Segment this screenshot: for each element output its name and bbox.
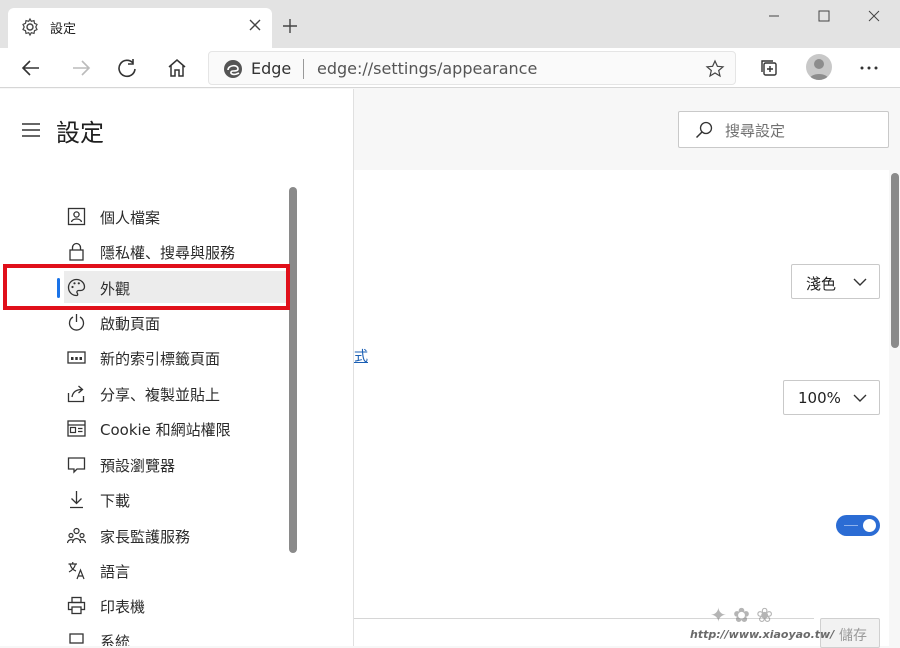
sidebar-item-family[interactable]: 家長監護服務 <box>64 519 288 551</box>
setting-toggle[interactable] <box>836 515 880 536</box>
sidebar-item-startup[interactable]: 啟動頁面 <box>64 306 288 338</box>
selection-highlight-annotation <box>3 264 290 310</box>
zoom-dropdown[interactable]: 100% <box>783 380 880 415</box>
main-scrollbar[interactable] <box>891 173 899 348</box>
sidebar-item-label: 隱私權、搜尋與服務 <box>100 244 236 262</box>
sidebar-item-label: 下載 <box>100 492 131 510</box>
new-tab-icon[interactable] <box>280 16 300 36</box>
sidebar-item-privacy[interactable]: 隱私權、搜尋與服務 <box>64 235 288 267</box>
search-settings-box[interactable]: 搜尋設定 <box>678 111 889 148</box>
person-icon <box>809 59 829 80</box>
sidebar-item-default-browser[interactable]: 預設瀏覽器 <box>64 448 288 480</box>
maximize-icon[interactable] <box>816 8 832 24</box>
forward-icon[interactable] <box>70 57 92 79</box>
sidebar-item-downloads[interactable]: 下載 <box>64 483 288 515</box>
edge-logo-icon <box>224 60 242 78</box>
sidebar-item-label: 系統 <box>100 633 131 646</box>
sidebar-item-cookies[interactable]: Cookie 和網站權限 <box>64 412 288 444</box>
sidebar-item-system[interactable]: 系統 <box>64 624 288 646</box>
more-options-icon[interactable] <box>858 57 880 79</box>
search-input[interactable]: 搜尋設定 <box>725 120 785 141</box>
toolbar: Edge edge://settings/appearance <box>0 48 900 88</box>
gear-icon <box>22 17 38 37</box>
chevron-down-icon <box>853 278 867 286</box>
zoom-dropdown-value: 100% <box>798 389 841 407</box>
watermark: ✦ ✿ ❀ http://www.xiaoyao.tw/ <box>690 600 834 646</box>
default-browser-icon <box>67 457 86 474</box>
sidebar-item-profiles[interactable]: 個人檔案 <box>64 200 288 232</box>
theme-dropdown-value: 淺色 <box>806 275 837 293</box>
sidebar-item-label: 啟動頁面 <box>100 315 161 333</box>
address-separator <box>303 59 304 79</box>
newtab-page-icon <box>67 351 86 364</box>
download-icon <box>70 491 83 509</box>
back-icon[interactable] <box>20 57 42 79</box>
toggle-knob <box>863 519 876 532</box>
profile-icon <box>67 207 86 226</box>
collections-icon[interactable] <box>758 57 780 79</box>
url-text[interactable]: edge://settings/appearance <box>317 59 537 78</box>
hamburger-menu-icon[interactable] <box>22 123 40 137</box>
sidebar-item-label: 家長監護服務 <box>100 528 191 546</box>
minimize-icon[interactable] <box>766 8 782 24</box>
system-icon <box>69 633 84 644</box>
tab-strip: 設定 <box>0 0 900 48</box>
sidebar-item-languages[interactable]: 語言 <box>64 554 288 586</box>
close-icon[interactable] <box>248 18 262 32</box>
chevron-down-icon <box>853 394 867 402</box>
printer-icon <box>67 596 86 615</box>
edge-brand-label: Edge <box>251 59 292 78</box>
power-icon <box>68 314 85 331</box>
sidebar-item-label: 印表機 <box>100 598 146 616</box>
sidebar-item-label: 預設瀏覽器 <box>100 457 176 475</box>
language-icon <box>68 562 85 580</box>
home-icon[interactable] <box>166 57 188 79</box>
sidebar-scrollbar[interactable] <box>289 187 297 553</box>
refresh-icon[interactable] <box>116 57 138 79</box>
sidebar-item-label: 語言 <box>100 563 131 581</box>
page-title: 設定 <box>56 119 104 147</box>
watermark-url: http://www.xiaoyao.tw/ <box>690 628 835 641</box>
sidebar-item-new-tab-page[interactable]: 新的索引標籤頁面 <box>64 341 288 373</box>
search-icon <box>695 121 713 139</box>
sidebar-item-label: Cookie 和網站權限 <box>100 421 231 439</box>
window-close-icon[interactable] <box>866 8 882 24</box>
sidebar-item-label: 新的索引標籤頁面 <box>100 350 221 368</box>
tab-title: 設定 <box>50 22 77 37</box>
sidebar-item-label: 個人檔案 <box>100 209 161 227</box>
tab-settings[interactable]: 設定 <box>8 8 272 48</box>
sidebar-item-label: 分享、複製並貼上 <box>100 386 221 404</box>
share-icon <box>67 385 85 403</box>
sidebar-item-printers[interactable]: 印表機 <box>64 589 288 621</box>
svg-text:✦ ✿ ❀: ✦ ✿ ❀ <box>710 603 773 627</box>
avatar[interactable] <box>806 54 832 80</box>
sidebar-item-share[interactable]: 分享、複製並貼上 <box>64 377 288 409</box>
site-permissions-icon <box>67 420 86 437</box>
lock-icon <box>69 242 84 261</box>
address-bar[interactable]: Edge edge://settings/appearance <box>208 51 736 85</box>
favorite-star-icon[interactable] <box>705 59 725 79</box>
theme-link[interactable]: 式 <box>354 346 368 366</box>
watermark-logo-icon: ✦ ✿ ❀ <box>710 603 773 627</box>
family-icon <box>67 527 86 544</box>
theme-dropdown[interactable]: 淺色 <box>791 264 880 299</box>
toggle-track-line <box>844 525 858 526</box>
